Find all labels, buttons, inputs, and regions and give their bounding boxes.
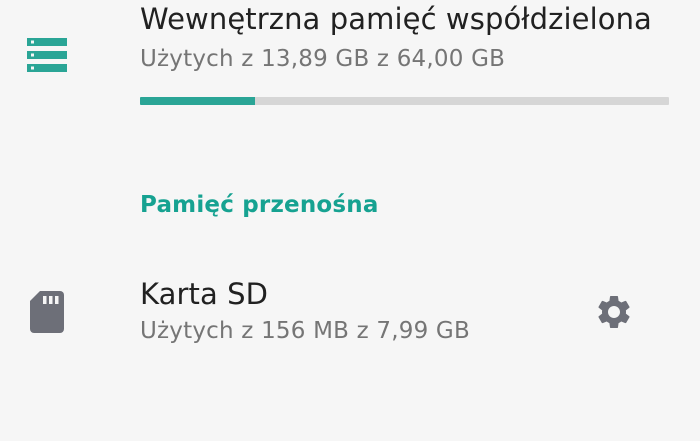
internal-storage-title: Wewnętrzna pamięć współdzielona [140,2,652,36]
gear-icon [598,296,630,328]
sd-card-title: Karta SD [140,277,269,311]
storage-icon [27,38,67,72]
sd-card-settings-button[interactable] [588,286,640,338]
internal-storage-item[interactable]: Wewnętrzna pamięć współdzielona Użytych … [0,0,700,130]
internal-storage-usage: Użytych z 13,89 GB z 64,00 GB [140,46,506,72]
storage-progress-fill [140,97,255,105]
sd-card-icon [30,291,64,333]
storage-progress-bar [140,97,669,105]
portable-storage-header: Pamięć przenośna [140,192,379,218]
sd-card-usage: Użytych z 156 MB z 7,99 GB [140,318,470,344]
